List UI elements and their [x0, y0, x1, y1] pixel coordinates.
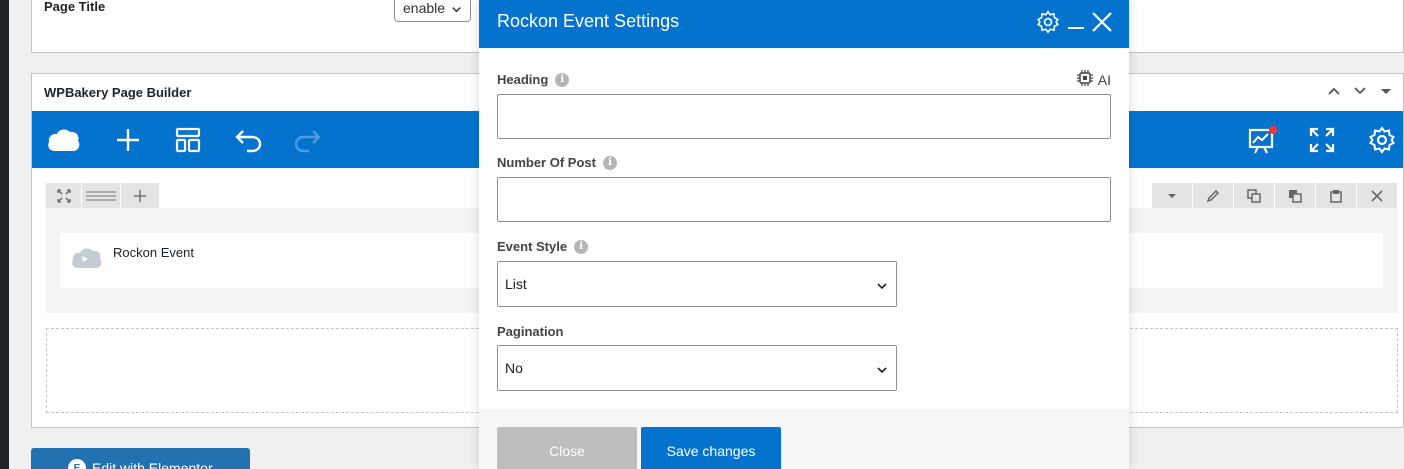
paste-icon[interactable] — [1316, 183, 1356, 208]
heading-label: Heading i — [497, 72, 570, 87]
clone-icon[interactable] — [1234, 183, 1274, 208]
ai-button[interactable]: AI — [1076, 70, 1111, 89]
admin-sidebar-edge — [0, 0, 9, 469]
row-move-icon[interactable] — [46, 183, 81, 208]
chevron-down-icon — [876, 279, 888, 295]
chevron-down-icon[interactable] — [1351, 82, 1369, 100]
close-button[interactable]: Close — [497, 427, 637, 469]
heading-input[interactable] — [497, 94, 1111, 139]
cloud-logo-icon[interactable] — [44, 120, 84, 160]
event-style-select[interactable]: List — [497, 261, 897, 307]
heading-label-text: Heading — [497, 72, 549, 87]
collapse-triangle-icon[interactable] — [1377, 82, 1395, 100]
settings-icon[interactable] — [1362, 120, 1402, 160]
event-style-label: Event Style i — [497, 239, 589, 254]
gear-icon[interactable] — [1034, 8, 1062, 36]
wpbakery-title: WPBakery Page Builder — [44, 85, 192, 100]
delete-icon[interactable] — [1357, 183, 1397, 208]
event-style-value: List — [505, 276, 527, 292]
row-add-icon[interactable] — [121, 183, 159, 208]
page-title-select-value: enable — [403, 0, 446, 16]
pagination-label: Pagination — [497, 324, 563, 339]
ai-label: AI — [1097, 71, 1111, 88]
frontend-editor-icon[interactable] — [1242, 120, 1282, 160]
chevron-down-icon — [876, 363, 888, 379]
edit-pencil-icon[interactable] — [1193, 183, 1233, 208]
info-icon[interactable]: i — [602, 155, 617, 170]
fullscreen-icon[interactable] — [1302, 120, 1342, 160]
elementor-icon: E — [68, 459, 86, 469]
page-title-select[interactable]: enable — [394, 0, 471, 22]
settings-modal: Rockon Event Settings Heading i AI Numbe… — [479, 0, 1129, 469]
copy-icon[interactable] — [1275, 183, 1315, 208]
chip-icon — [1076, 70, 1093, 89]
minimize-icon[interactable] — [1062, 8, 1090, 36]
element-name: Rockon Event — [113, 245, 194, 260]
layout-icon[interactable] — [168, 120, 208, 160]
pagination-label-text: Pagination — [497, 324, 564, 339]
chevron-down-icon — [451, 2, 462, 18]
panel-arrows — [1325, 82, 1395, 100]
redo-icon — [288, 120, 328, 160]
info-icon[interactable]: i — [555, 72, 570, 87]
pagination-select[interactable]: No — [497, 345, 897, 391]
chevron-up-icon[interactable] — [1325, 82, 1343, 100]
row-controls-right — [1152, 183, 1397, 208]
pagination-value: No — [505, 360, 523, 376]
number-of-post-input[interactable] — [497, 177, 1111, 222]
save-changes-button[interactable]: Save changes — [641, 427, 781, 469]
row-controls-left — [46, 183, 159, 208]
modal-title: Rockon Event Settings — [497, 11, 680, 31]
row-layout-icon[interactable] — [82, 183, 120, 208]
modal-header[interactable]: Rockon Event Settings — [479, 0, 1129, 48]
element-cloud-icon — [70, 243, 104, 276]
edit-with-elementor-button[interactable]: E Edit with Elementor — [31, 448, 250, 469]
modal-footer: Close Save changes — [479, 409, 1129, 469]
edit-with-elementor-label: Edit with Elementor — [92, 460, 213, 469]
number-of-post-label: Number Of Post i — [497, 155, 617, 170]
info-icon[interactable]: i — [574, 239, 589, 254]
undo-icon[interactable] — [228, 120, 268, 160]
event-style-label-text: Event Style — [497, 239, 568, 254]
close-icon[interactable] — [1088, 8, 1116, 36]
row-toggle-icon[interactable] — [1152, 183, 1192, 208]
page-title-label: Page Title — [44, 0, 106, 14]
number-of-post-label-text: Number Of Post — [497, 155, 596, 170]
add-icon[interactable] — [108, 120, 148, 160]
